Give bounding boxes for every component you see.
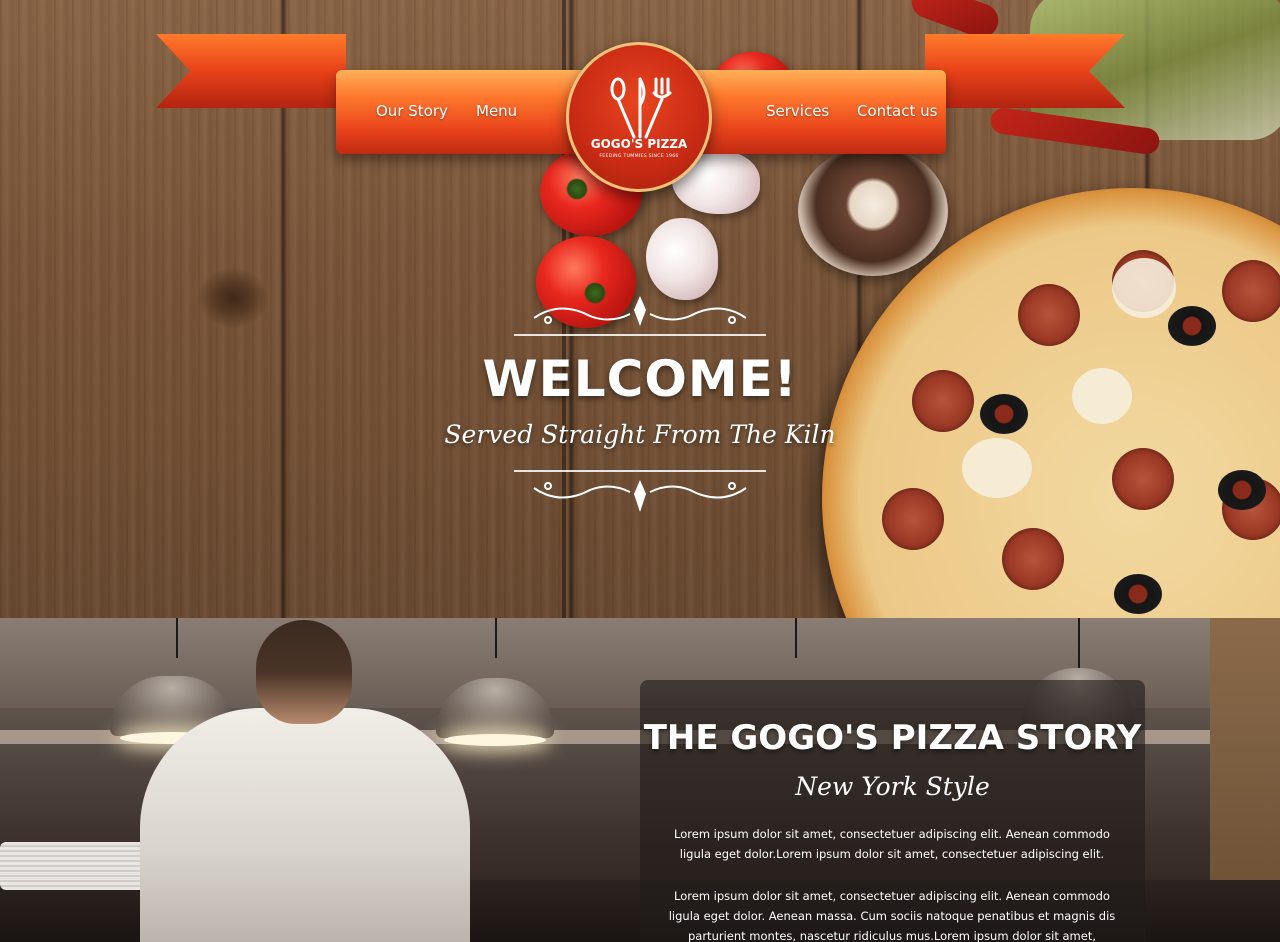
lamp-cord bbox=[495, 618, 497, 658]
pepperoni bbox=[1222, 260, 1280, 322]
divider-bottom bbox=[514, 470, 766, 472]
pepperoni bbox=[1018, 284, 1080, 346]
chef-image bbox=[140, 708, 470, 942]
lamp-cord bbox=[1078, 618, 1080, 668]
lamp-glow bbox=[444, 734, 546, 746]
pepperoni bbox=[882, 488, 944, 550]
pepperoni bbox=[1002, 528, 1064, 590]
story-paragraph: Lorem ipsum dolor sit amet, consectetuer… bbox=[674, 827, 1110, 861]
pepperoni bbox=[1112, 448, 1174, 510]
pepperoni bbox=[912, 370, 974, 432]
divider-top bbox=[514, 334, 766, 336]
ribbon-tail-left bbox=[156, 34, 346, 108]
flourish-ornament-top bbox=[533, 296, 747, 326]
nav-link-menu[interactable]: Menu bbox=[476, 102, 517, 120]
logo-tagline: FEEDING TUMMIES SINCE 1966 bbox=[599, 154, 679, 159]
lamp-cord bbox=[795, 618, 797, 658]
mushroom-image bbox=[798, 146, 948, 276]
lamp-cord bbox=[176, 618, 178, 658]
chef-head bbox=[256, 620, 352, 724]
olive bbox=[1114, 574, 1162, 614]
tomato-stem bbox=[566, 178, 588, 200]
nav-link-our-story[interactable]: Our Story bbox=[376, 102, 448, 120]
wood-knot bbox=[198, 268, 268, 328]
cheese bbox=[1112, 258, 1176, 318]
cheese bbox=[962, 438, 1032, 498]
logo-name: GOGO'S PIZZA bbox=[590, 137, 688, 151]
hero-tagline: Served Straight From The Kiln bbox=[444, 420, 836, 449]
story-subtitle: New York Style bbox=[795, 772, 990, 801]
nav-link-services[interactable]: Services bbox=[766, 102, 829, 120]
hero-title: WELCOME! bbox=[482, 350, 798, 408]
flourish-ornament-bottom bbox=[533, 480, 747, 512]
nav-link-contact-us[interactable]: Contact us bbox=[857, 102, 937, 120]
olive bbox=[980, 394, 1028, 434]
fork-spoon-knife-icon bbox=[610, 77, 672, 139]
garlic-image bbox=[646, 218, 718, 300]
hero-section: Our Story Menu Services Contact us GOGO'… bbox=[0, 0, 1280, 618]
olive bbox=[1218, 470, 1266, 510]
cheese bbox=[1072, 368, 1132, 424]
site-logo[interactable]: GOGO'S PIZZA FEEDING TUMMIES SINCE 1966 bbox=[566, 42, 712, 192]
story-paragraph: Lorem ipsum dolor sit amet, consectetuer… bbox=[668, 889, 1116, 942]
story-title: THE GOGO'S PIZZA STORY bbox=[643, 718, 1142, 758]
plate-stack-image bbox=[0, 842, 145, 890]
olive bbox=[1168, 306, 1216, 346]
